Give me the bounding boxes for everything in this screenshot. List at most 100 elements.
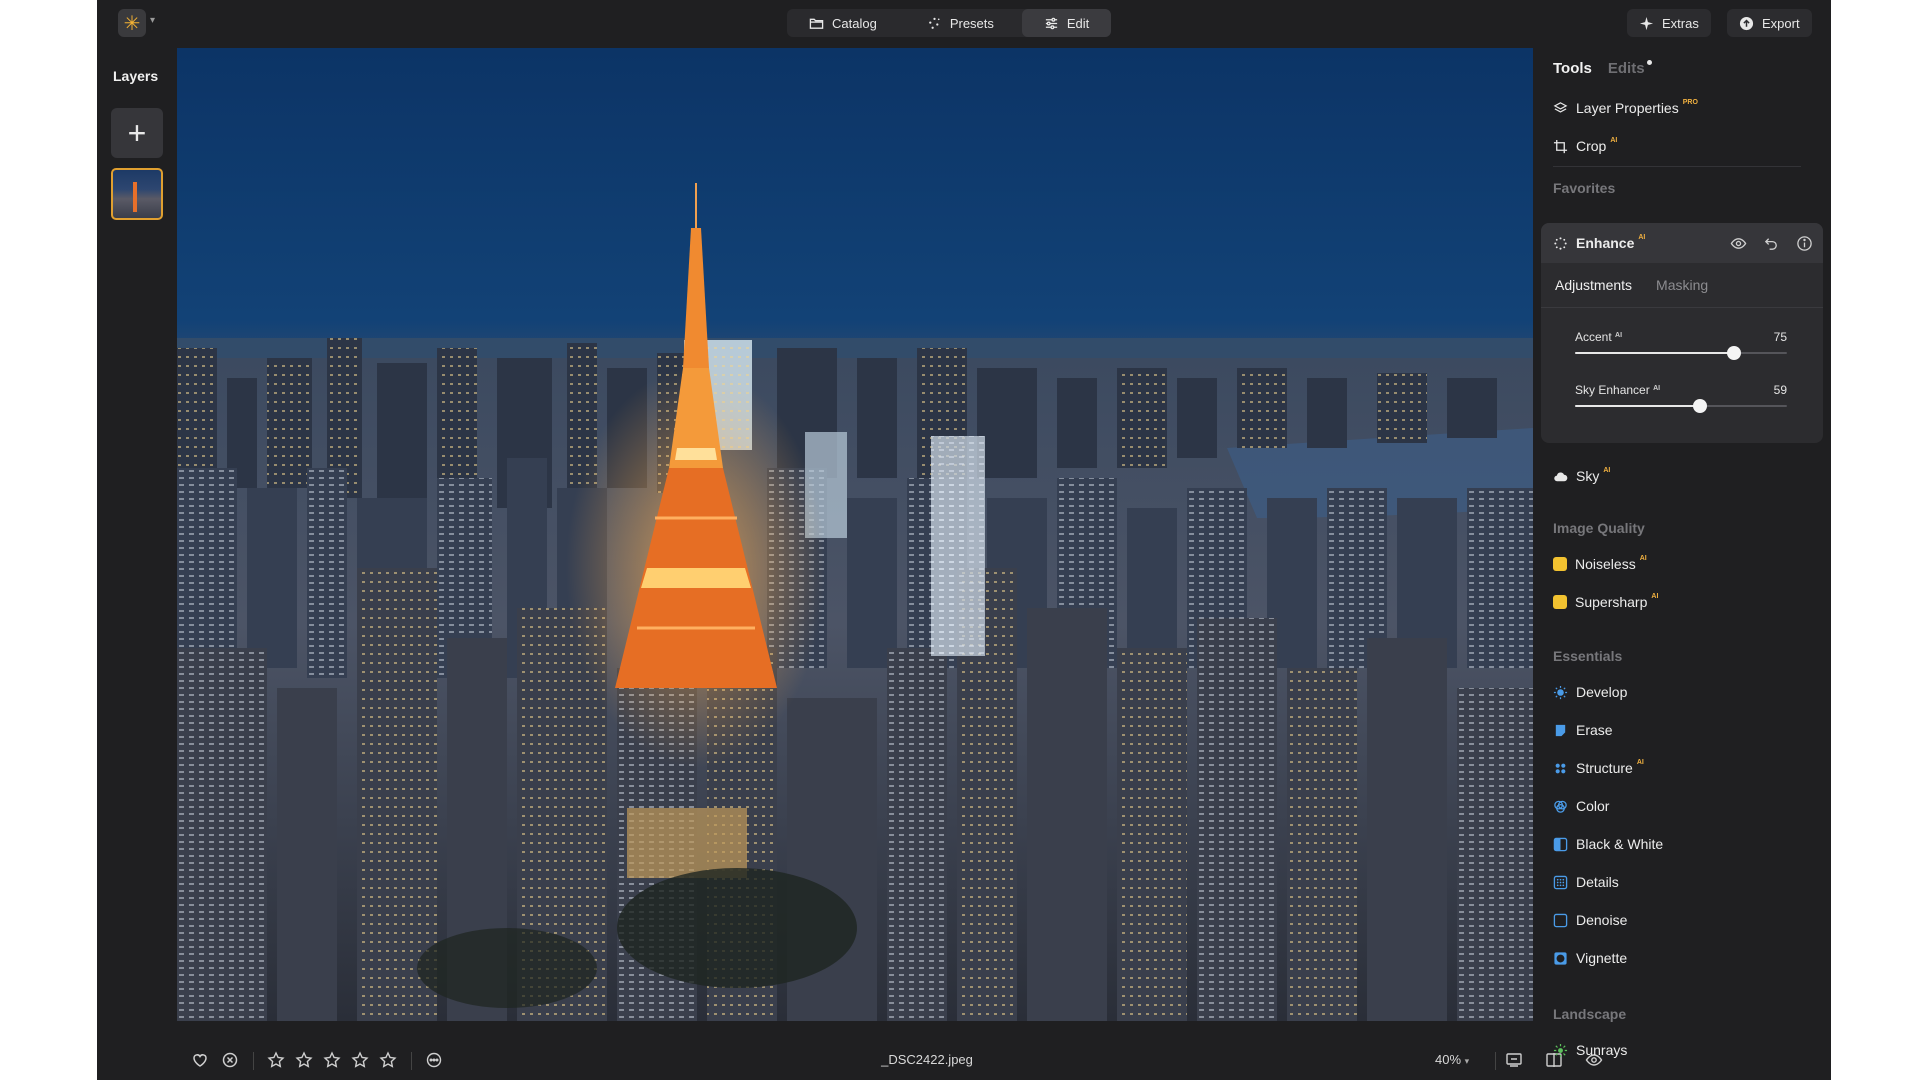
star-2-icon[interactable] [293, 1049, 315, 1071]
enhance-subtabs: Adjustments Masking [1555, 277, 1708, 293]
tool-erase[interactable]: Erase [1553, 718, 1613, 742]
layers-icon [1553, 101, 1568, 113]
reject-icon[interactable] [219, 1049, 241, 1071]
zoom-level: 40% [1435, 1052, 1462, 1067]
fit-screen-icon[interactable] [1503, 1049, 1525, 1071]
structure-icon [1555, 763, 1566, 773]
tool-vignette[interactable]: Vignette [1553, 946, 1627, 970]
layer-thumbnail[interactable] [111, 168, 163, 220]
app-logo-icon[interactable]: ✳ [118, 9, 146, 37]
zoom-dropdown[interactable]: 40% ▾ [1435, 1052, 1469, 1067]
tool-label: Black & White [1576, 836, 1664, 852]
tool-noiseless[interactable]: Noiseless AI [1553, 552, 1647, 576]
denoise-icon [1553, 913, 1568, 927]
tab-catalog[interactable]: Catalog [787, 9, 899, 37]
tool-black-white[interactable]: Black & White [1553, 832, 1663, 856]
export-icon [1739, 16, 1754, 30]
enhance-card: Enhance AI Adjustments Masking Accent AI… [1541, 223, 1823, 443]
tools-panel: Tools Edits Layer Properties PRO Crop AI… [1533, 46, 1831, 1080]
tab-edits[interactable]: Edits [1608, 60, 1652, 77]
bottom-bar: _DSC2422.jpeg 40% ▾ [177, 1040, 1603, 1080]
ai-badge: AI [1610, 136, 1618, 144]
section-landscape: Landscape [1553, 1006, 1627, 1022]
info-icon[interactable] [1796, 235, 1813, 252]
tool-label: Details [1576, 874, 1619, 890]
tool-color[interactable]: Color [1553, 794, 1609, 818]
tool-crop[interactable]: Crop AI [1553, 134, 1617, 158]
star-5-icon[interactable] [377, 1049, 399, 1071]
tool-label: Supersharp [1575, 594, 1648, 610]
tab-edit-label: Edit [1066, 15, 1090, 31]
plus-icon: + [127, 114, 147, 151]
enhance-actions [1730, 235, 1813, 252]
slider-handle[interactable] [1727, 346, 1741, 360]
export-label: Export [1762, 15, 1800, 31]
more-options-icon[interactable] [423, 1049, 445, 1071]
sunrays-icon [1553, 1043, 1568, 1057]
tab-tools[interactable]: Tools [1553, 60, 1592, 77]
enhance-header[interactable]: Enhance AI [1541, 223, 1823, 263]
slider-fill [1575, 405, 1701, 407]
ai-badge: AI [1639, 554, 1647, 562]
sun-icon [1553, 685, 1568, 699]
tool-layer-properties[interactable]: Layer Properties PRO [1553, 96, 1698, 120]
mode-tabs: Catalog Presets Edit [787, 9, 1112, 37]
sliders-icon [1045, 17, 1058, 29]
favorite-heart-icon[interactable] [189, 1049, 211, 1071]
divider [1495, 1052, 1496, 1070]
export-button[interactable]: Export [1727, 9, 1812, 37]
app-window: ✳ ▾ Catalog Presets Edit Extras Export L… [97, 0, 1831, 1080]
tool-denoise[interactable]: Denoise [1553, 908, 1627, 932]
tool-sunrays[interactable]: Sunrays [1553, 1038, 1627, 1062]
tab-catalog-label: Catalog [832, 15, 877, 31]
black-white-icon [1553, 837, 1568, 851]
tool-sky[interactable]: Sky AI [1553, 464, 1610, 488]
color-icon [1554, 800, 1567, 813]
tool-label: Develop [1576, 684, 1628, 700]
top-bar: ✳ ▾ Catalog Presets Edit Extras Export [97, 0, 1831, 46]
star-1-icon[interactable] [265, 1049, 287, 1071]
divider [1553, 166, 1801, 167]
tool-label: Denoise [1576, 912, 1628, 928]
star-3-icon[interactable] [321, 1049, 343, 1071]
tool-develop[interactable]: Develop [1553, 680, 1627, 704]
extras-button[interactable]: Extras [1627, 9, 1711, 37]
add-layer-button[interactable]: + [111, 108, 163, 158]
slider-label: Accent AI [1575, 330, 1622, 344]
tool-enhance[interactable]: Enhance AI [1553, 231, 1645, 255]
slider-value: 59 [1773, 383, 1787, 397]
tool-details[interactable]: Details [1553, 870, 1619, 894]
details-icon [1553, 875, 1568, 889]
slider-label-text: Accent [1575, 330, 1612, 344]
eraser-icon [1555, 724, 1566, 736]
panel-tabs: Tools Edits [1553, 60, 1652, 77]
slider-label-text: Sky Enhancer [1575, 383, 1650, 397]
slider-handle[interactable] [1693, 399, 1708, 413]
tool-supersharp[interactable]: Supersharp AI [1553, 590, 1658, 614]
tab-edit[interactable]: Edit [1021, 9, 1112, 37]
ai-badge: AI [1615, 332, 1623, 339]
chevron-down-icon[interactable]: ▾ [150, 15, 155, 26]
subtab-adjustments[interactable]: Adjustments [1555, 277, 1632, 293]
tower-thumb-graphic [133, 182, 137, 212]
subtab-masking[interactable]: Masking [1656, 277, 1708, 293]
supersharp-icon [1553, 595, 1567, 609]
divider [1541, 307, 1823, 308]
photo-canvas[interactable] [177, 48, 1533, 1021]
slider-fill [1575, 352, 1734, 354]
cityscape-photo [177, 48, 1533, 1021]
pro-badge: PRO [1682, 98, 1698, 106]
ai-badge: AI [1653, 385, 1661, 392]
reset-undo-icon[interactable] [1763, 235, 1780, 252]
star-4-icon[interactable] [349, 1049, 371, 1071]
visibility-eye-icon[interactable] [1730, 235, 1747, 252]
folder-icon [809, 18, 824, 29]
tool-label: Sunrays [1576, 1042, 1628, 1058]
tool-label: Layer Properties [1576, 100, 1679, 116]
tool-label: Vignette [1576, 950, 1628, 966]
section-favorites: Favorites [1553, 180, 1616, 196]
section-essentials: Essentials [1553, 648, 1623, 664]
tab-presets[interactable]: Presets [905, 9, 1016, 37]
sparkle-icon [1639, 16, 1654, 30]
tool-structure[interactable]: Structure AI [1553, 756, 1644, 780]
